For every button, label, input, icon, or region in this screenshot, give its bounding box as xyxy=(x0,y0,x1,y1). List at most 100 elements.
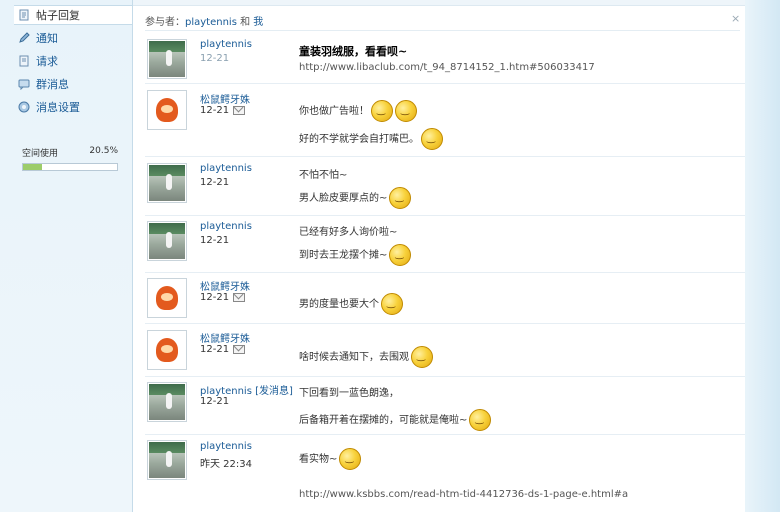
send-message-link[interactable]: [发消息] xyxy=(255,386,293,397)
message-date: 12-21 xyxy=(200,53,230,64)
document-icon xyxy=(18,55,30,67)
sidebar-item-label: 消息设置 xyxy=(36,101,80,114)
message-item: playtennis 12-21 已经有好多人询价啦~ 到时去王龙摆个摊~ xyxy=(145,216,745,273)
message-text-wrap: 到时去王龙摆个摊~ xyxy=(299,244,412,266)
message-text: 后备箱开着在摆摊的，可能就是俺啦~ xyxy=(299,415,468,426)
message-item: 松鼠鳄牙姝 12-21 啥时候去通知下，去围观 xyxy=(145,324,745,377)
right-background xyxy=(745,0,780,512)
message-text: 男的度量也要大个 xyxy=(299,299,379,310)
avatar[interactable] xyxy=(147,330,187,370)
top-divider xyxy=(133,0,745,6)
message-text: 啥时候去通知下，去围观 xyxy=(299,352,409,363)
conversation-panel: 参与者：playtennis 和 我 × playtennis 12-21 童装… xyxy=(133,0,745,512)
message-text: 好的不学就学会自打嘴巴。 xyxy=(299,134,419,145)
avatar[interactable] xyxy=(147,382,187,422)
participant-self-link[interactable]: 我 xyxy=(253,17,263,28)
message-username[interactable]: 松鼠鳄牙姝 xyxy=(200,330,250,345)
message-date: 12-21 xyxy=(200,344,230,355)
sidebar-item-message-settings[interactable]: 消息设置 xyxy=(18,97,130,117)
emoticon-icon xyxy=(389,244,412,266)
message-item: 松鼠鳄牙姝 12-21 你也做广告啦！ 好的不学就学会自打嘴巴。 xyxy=(145,84,745,157)
message-date: 12-21 xyxy=(200,105,230,116)
sidebar: 帖子回复 通知 请求 群消息 消息设置 空间使用 20.5% xyxy=(0,0,133,512)
sidebar-item-label: 请求 xyxy=(36,55,58,68)
sidebar-item-label: 群消息 xyxy=(36,78,69,91)
participants-and: 和 xyxy=(240,17,251,28)
message-username[interactable]: playtennis xyxy=(200,441,252,452)
emoticon-icon xyxy=(371,100,393,122)
emoticon-icon xyxy=(395,100,417,122)
message-date-wrap: 12-21 xyxy=(200,292,246,303)
envelope-icon[interactable] xyxy=(233,292,246,302)
participant-link[interactable]: playtennis xyxy=(185,17,237,28)
message-username[interactable]: 松鼠鳄牙姝 xyxy=(200,278,250,293)
storage-usage: 空间使用 20.5% xyxy=(22,146,118,171)
sidebar-item-requests[interactable]: 请求 xyxy=(18,51,130,71)
message-link[interactable]: http://www.ksbbs.com/read-htm-tid-441273… xyxy=(299,489,628,500)
message-item: playtennis 12-21 童装羽绒服，看看呗~ http://www.l… xyxy=(145,31,745,84)
message-text: 看实物~ xyxy=(299,454,338,465)
message-date: 昨天 22:34 xyxy=(200,459,252,470)
message-text: 到时去王龙摆个摊~ xyxy=(299,250,388,261)
avatar[interactable] xyxy=(147,278,187,318)
message-text-wrap: 男的度量也要大个 xyxy=(299,293,403,315)
avatar[interactable] xyxy=(147,163,187,203)
sidebar-item-label: 通知 xyxy=(36,32,58,45)
emoticon-icon xyxy=(411,346,433,368)
message-text-wrap: 你也做广告啦！ xyxy=(299,100,417,122)
message-item: 松鼠鳄牙姝 12-21 男的度量也要大个 xyxy=(145,273,745,324)
storage-usage-fill xyxy=(23,164,43,170)
message-text: 男人脸皮要厚点的~ xyxy=(299,193,388,204)
message-text-wrap: 男人脸皮要厚点的~ xyxy=(299,187,412,209)
sidebar-item-notifications[interactable]: 通知 xyxy=(18,28,130,48)
chat-icon xyxy=(18,78,30,91)
message-username[interactable]: playtennis xyxy=(200,221,252,232)
message-date: 12-21 xyxy=(200,396,230,407)
message-date: 12-21 xyxy=(200,235,230,246)
emoticon-icon xyxy=(469,409,492,431)
participants-prefix: 参与者： xyxy=(145,17,185,28)
message-username[interactable]: playtennis xyxy=(200,39,252,50)
gear-icon xyxy=(18,101,30,113)
avatar[interactable] xyxy=(147,39,187,79)
envelope-icon[interactable] xyxy=(233,105,246,115)
avatar[interactable] xyxy=(147,440,187,480)
message-text: 下回看到一蓝色朗逸， xyxy=(299,388,399,399)
message-text: 不怕不怕~ xyxy=(299,170,348,181)
participants-line: 参与者：playtennis 和 我 xyxy=(145,13,263,28)
close-icon[interactable]: × xyxy=(731,12,740,25)
message-date-wrap: 12-21 xyxy=(200,105,246,116)
storage-usage-percent: 20.5% xyxy=(89,146,118,156)
emoticon-icon xyxy=(389,187,412,209)
message-date: 12-21 xyxy=(200,177,230,188)
document-icon xyxy=(18,9,30,21)
message-item: playtennis [发消息] 12-21 下回看到一蓝色朗逸， 后备箱开着在… xyxy=(145,377,745,435)
message-link[interactable]: http://www.libaclub.com/t_94_8714152_1.h… xyxy=(299,62,595,73)
message-text-wrap: 后备箱开着在摆摊的，可能就是俺啦~ xyxy=(299,409,492,431)
message-date: 12-21 xyxy=(200,292,230,303)
message-text-wrap: 看实物~ xyxy=(299,448,362,470)
sidebar-item-post-replies[interactable]: 帖子回复 xyxy=(14,5,132,25)
message-text: 你也做广告啦！ xyxy=(299,106,369,117)
message-item: playtennis 昨天 22:34 看实物~ http://www.ksbb… xyxy=(145,435,745,512)
message-text-wrap: 啥时候去通知下，去围观 xyxy=(299,346,433,368)
sidebar-item-group-messages[interactable]: 群消息 xyxy=(18,74,130,94)
emoticon-icon xyxy=(421,128,443,150)
message-username[interactable]: 松鼠鳄牙姝 xyxy=(200,91,250,106)
pencil-icon xyxy=(18,32,30,44)
message-username-wrap: playtennis [发消息] xyxy=(200,382,293,397)
message-username[interactable]: playtennis xyxy=(200,163,252,174)
avatar[interactable] xyxy=(147,90,187,130)
emoticon-icon xyxy=(381,293,403,315)
storage-usage-bar xyxy=(22,163,118,171)
message-date-wrap: 12-21 xyxy=(200,344,246,355)
avatar[interactable] xyxy=(147,221,187,261)
message-text: 已经有好多人询价啦~ xyxy=(299,227,398,238)
emoticon-icon xyxy=(339,448,362,470)
storage-usage-label: 空间使用 xyxy=(22,149,59,159)
message-text: 童装羽绒服，看看呗~ xyxy=(299,45,408,58)
message-text-wrap: 好的不学就学会自打嘴巴。 xyxy=(299,128,443,150)
message-item: playtennis 12-21 不怕不怕~ 男人脸皮要厚点的~ xyxy=(145,157,745,216)
envelope-icon[interactable] xyxy=(233,344,246,354)
sidebar-item-label: 帖子回复 xyxy=(36,9,80,22)
